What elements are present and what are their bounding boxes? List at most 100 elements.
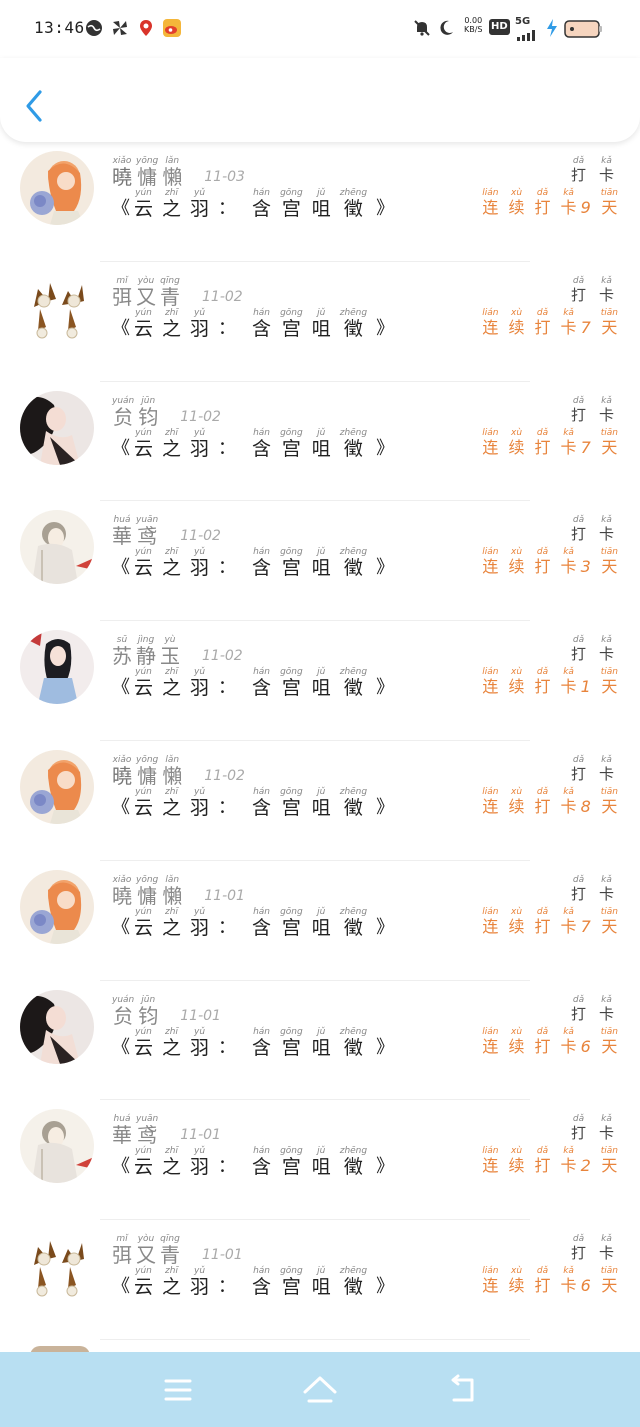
streak-days: 8 xyxy=(580,796,591,816)
pinyin: jǔ xyxy=(317,1026,326,1037)
list-item[interactable]: huá 華 yuān 鸢 11-01 《 yún 云 zhī 之 yǔ 羽： hán 含 gōng 宫 jǔ 咀 z… xyxy=(0,1100,640,1221)
avatar[interactable] xyxy=(20,869,94,944)
checkin-button[interactable]: dǎ 打 kǎ 卡 xyxy=(558,276,614,304)
hanzi: 连 xyxy=(482,198,499,217)
ruby-char: tiān 天 xyxy=(601,428,618,458)
book-title: 《 yún 云 zhī 之 yǔ 羽： hán 含 gōng 宫 jǔ 咀 zhēng 徵》 xyxy=(112,1266,398,1298)
pinyin: dǎ xyxy=(572,275,585,286)
hanzi: 卡 xyxy=(598,1124,614,1143)
hanzi: 天 xyxy=(601,557,618,577)
ruby-char: tiān 天 xyxy=(601,188,618,218)
list-item[interactable]: xiǎo 曉 yōng 慵 lǎn 懶 11-03 《 yún 云 zhī 之 yǔ 羽： hán 含 gōng… xyxy=(0,142,640,262)
checkin-button[interactable]: dǎ 打 kǎ 卡 xyxy=(558,515,614,543)
ruby-char: lǎn 懶 xyxy=(162,875,182,907)
list-item[interactable]: yuán 贠 jūn 钧 11-01 《 yún 云 zhī 之 yǔ 羽： hán 含 gōng 宫 jǔ 咀 z… xyxy=(0,981,640,1101)
colon: ： xyxy=(218,1276,237,1298)
pinyin: yǔ xyxy=(194,427,206,438)
back-button[interactable] xyxy=(20,88,50,124)
ruby-char: yún 云 xyxy=(134,787,153,819)
divider xyxy=(100,1338,530,1340)
checkin-button[interactable]: dǎ 打 kǎ 卡 xyxy=(558,635,614,663)
hanzi: 含 xyxy=(252,1156,272,1179)
ruby-char: dǎ 打 xyxy=(535,188,551,218)
user-name-line: huá 華 yuān 鸢 11-01 xyxy=(112,1114,221,1146)
pinyin: xù xyxy=(511,1266,523,1277)
list-item[interactable]: mǐ 弭 yòu 又 qīng 青 11-01 《 yún 云 zhī 之 yǔ 羽： hán 含 gōng 宫 j… xyxy=(0,1220,640,1340)
close-quote: 》 xyxy=(376,677,395,699)
hanzi: 徵 xyxy=(343,796,363,819)
ruby-char: yuān 鸢 xyxy=(136,515,158,547)
avatar[interactable] xyxy=(20,1229,94,1304)
list-item[interactable]: yuán 贠 jūn 钧 11-02 《 yún 云 zhī 之 yǔ 羽： hán 含 gōng 宫 jǔ 咀 z… xyxy=(0,382,640,502)
pinyin: dǎ xyxy=(572,994,585,1005)
ruby-char: zhēng 徵 xyxy=(340,188,367,220)
menu-button[interactable] xyxy=(158,1370,198,1410)
ruby-char: gōng 宫 xyxy=(280,1146,303,1178)
list-item[interactable]: xiǎo 曉 yōng 慵 lǎn 懶 11-02 《 yún 云 zhī 之 yǔ 羽： hán 含 gōng… xyxy=(0,741,640,861)
pinyin: dǎ xyxy=(572,635,585,646)
pinyin: gōng xyxy=(280,1146,303,1157)
ruby-char: jǔ 咀 xyxy=(312,1146,331,1178)
pinyin: yún xyxy=(135,786,152,797)
pinyin: tiān xyxy=(600,547,618,558)
hanzi: 连 xyxy=(482,1156,499,1176)
checkin-button[interactable]: dǎ 打 kǎ 卡 xyxy=(558,875,614,903)
hanzi: 卡 xyxy=(598,645,614,664)
system-back-button[interactable] xyxy=(442,1370,482,1410)
post-date: 11-02 xyxy=(204,767,245,784)
pinyin: dǎ xyxy=(572,156,585,166)
avatar[interactable] xyxy=(20,510,94,585)
ruby-char: jìng 静 xyxy=(136,635,156,667)
streak-label: lián 连 xù 续 dǎ 打 kǎ 卡 7 tiān 天 xyxy=(472,428,618,458)
checkin-button[interactable]: dǎ 打 kǎ 卡 xyxy=(558,396,614,424)
pinyin: zhī xyxy=(165,906,178,917)
hanzi: 含 xyxy=(252,1036,272,1059)
checkin-button[interactable]: dǎ 打 kǎ 卡 xyxy=(558,995,614,1023)
ruby-char: dǎ 打 xyxy=(535,308,551,338)
ruby-char: xù 续 xyxy=(509,547,525,577)
hanzi: 含 xyxy=(252,916,272,939)
ruby-char: yuān 鸢 xyxy=(136,1114,158,1146)
list-item[interactable]: sū 苏 jìng 静 yù 玉 11-02 《 yún 云 zhī 之 yǔ 羽： hán 含 gōng 宫 jǔ… xyxy=(0,621,640,741)
hanzi: 连 xyxy=(482,677,499,697)
pinyin: zhēng xyxy=(339,427,368,438)
checkin-button[interactable]: dǎ 打 kǎ 卡 xyxy=(558,156,614,184)
hanzi: 连 xyxy=(482,796,499,816)
fan-icon xyxy=(110,18,130,38)
pinyin: yǔ xyxy=(194,547,206,558)
pinyin: yún xyxy=(135,427,152,438)
hanzi: 含 xyxy=(252,796,272,819)
list-item[interactable]: huá 華 yuān 鸢 11-02 《 yún 云 zhī 之 yǔ 羽： hán 含 gōng 宫 jǔ 咀 z… xyxy=(0,501,640,622)
hanzi: 天 xyxy=(601,1276,618,1296)
open-quote: 《 xyxy=(112,1036,130,1058)
pinyin: lián xyxy=(482,906,499,917)
avatar[interactable] xyxy=(20,151,94,225)
pinyin: dǎ xyxy=(572,1114,585,1125)
list-item[interactable]: mǐ 弭 yòu 又 qīng 青 11-02 《 yún 云 zhī 之 yǔ 羽： hán 含 gōng 宫 j… xyxy=(0,262,640,382)
avatar[interactable] xyxy=(20,749,94,824)
avatar[interactable] xyxy=(20,630,94,705)
hanzi: 宫 xyxy=(281,796,301,819)
pinyin: yǔ xyxy=(194,1026,206,1037)
checkin-button[interactable]: dǎ 打 kǎ 卡 xyxy=(558,1114,614,1142)
checkin-button[interactable]: dǎ 打 kǎ 卡 xyxy=(558,755,614,783)
list-item[interactable]: xiǎo 曉 yōng 慵 lǎn 懶 11-01 《 yún 云 zhī 之 yǔ 羽： hán 含 gōng… xyxy=(0,861,640,981)
hanzi: 咀 xyxy=(311,916,331,939)
checkin-button[interactable]: dǎ 打 kǎ 卡 xyxy=(558,1234,614,1262)
ruby-char: kǎ 卡 xyxy=(561,787,577,817)
ruby-char: jǔ 咀 xyxy=(312,1027,331,1059)
avatar[interactable] xyxy=(20,390,94,465)
avatar[interactable] xyxy=(20,989,94,1064)
pinyin: hán xyxy=(253,906,271,917)
hanzi: 卡 xyxy=(598,166,614,184)
ruby-char: yún 云 xyxy=(134,907,153,939)
avatar[interactable] xyxy=(20,1109,94,1184)
hanzi: 羽 xyxy=(190,437,210,460)
ruby-char: gōng 宫 xyxy=(280,428,303,460)
avatar[interactable] xyxy=(20,270,94,345)
home-button[interactable] xyxy=(300,1370,340,1410)
hanzi: 贠 xyxy=(113,1003,134,1028)
hanzi: 天 xyxy=(601,198,618,217)
ruby-char: gōng 宫 xyxy=(280,1266,303,1298)
pinyin: lián xyxy=(482,427,499,438)
